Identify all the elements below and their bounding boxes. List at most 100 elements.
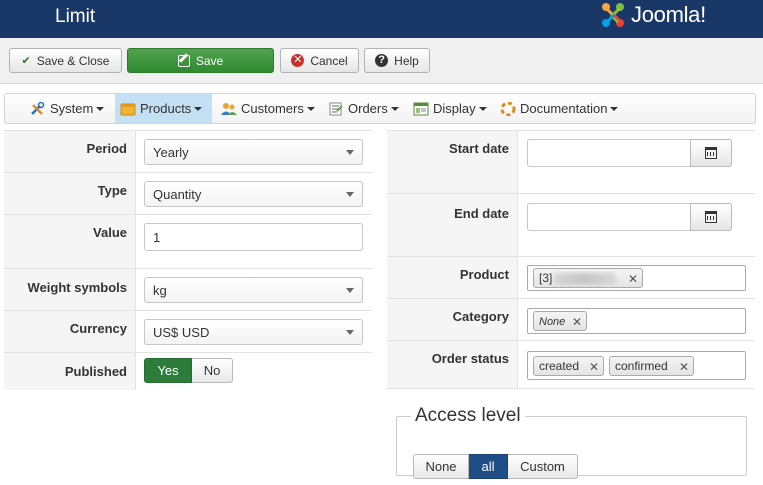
published-yes-button[interactable]: Yes — [144, 358, 192, 383]
published-no-button[interactable]: No — [192, 358, 233, 383]
products-icon — [120, 103, 136, 115]
published-toggle: Yes No — [144, 358, 233, 383]
value-label: Value — [4, 215, 136, 269]
caret-down-icon — [194, 106, 203, 111]
weight-select[interactable]: kg — [144, 277, 363, 303]
edit-icon — [177, 54, 190, 67]
menu-products-label: Products — [140, 101, 192, 116]
access-level-fieldset: Access level None all Custom — [396, 405, 747, 479]
dropdown-arrow-icon — [346, 150, 354, 155]
published-label: Published — [4, 353, 136, 390]
dropdown-arrow-icon — [346, 288, 354, 293]
weight-value: kg — [153, 283, 167, 298]
access-none-button[interactable]: None — [413, 454, 469, 479]
help-label: Help — [394, 53, 419, 68]
access-all-button[interactable]: all — [469, 454, 508, 479]
app-header: Limit Joomla! — [0, 0, 763, 38]
product-tag-prefix: [3] — [539, 271, 553, 285]
question-icon: ? — [375, 54, 389, 67]
menu-system[interactable]: System — [25, 94, 109, 123]
period-row: Period Yearly — [4, 130, 372, 173]
currency-row: Currency US$ USD — [4, 310, 372, 353]
dropdown-arrow-icon — [346, 330, 354, 335]
order-status-tag-confirmed: confirmed ✕ — [609, 356, 694, 376]
order-status-tag-created: created ✕ — [533, 356, 604, 376]
caret-down-icon — [390, 106, 399, 111]
joomla-logo: Joomla! — [598, 1, 706, 29]
end-date-label: End date — [387, 194, 518, 257]
start-date-input[interactable] — [527, 139, 691, 167]
menu-customers-label: Customers — [241, 101, 304, 116]
order-status-tag-label: confirmed — [615, 359, 668, 373]
save-close-button[interactable]: ✔ Save & Close — [9, 48, 122, 73]
value-input[interactable]: 1 — [144, 223, 363, 251]
caret-down-icon — [610, 106, 619, 111]
currency-select[interactable]: US$ USD — [144, 319, 363, 345]
product-label: Product — [387, 257, 518, 299]
period-select[interactable]: Yearly — [144, 139, 363, 165]
cancel-button[interactable]: ✕ Cancel — [280, 48, 359, 73]
caret-down-icon — [306, 106, 315, 111]
save-label: Save — [195, 53, 224, 68]
weight-label: Weight symbols — [4, 269, 136, 311]
type-label: Type — [4, 173, 136, 215]
category-tag: None ✕ — [533, 311, 587, 331]
product-row: Product [3] ✕ — [387, 256, 755, 299]
weight-row: Weight symbols kg — [4, 268, 372, 311]
menu-display-label: Display — [433, 101, 476, 116]
help-lifebuoy-icon — [500, 101, 516, 116]
end-date-input[interactable] — [527, 203, 691, 231]
calendar-icon — [705, 147, 717, 159]
save-button[interactable]: Save — [127, 48, 274, 73]
menu-orders[interactable]: Orders — [323, 94, 404, 123]
category-label: Category — [387, 299, 518, 341]
end-date-row: End date — [387, 193, 755, 257]
menu-products[interactable]: Products — [115, 94, 212, 123]
main-menu-bar: System Products Customers Orders Display… — [4, 93, 756, 124]
access-custom-button[interactable]: Custom — [508, 454, 578, 479]
value-row: Value 1 — [4, 214, 372, 269]
type-row: Type Quantity — [4, 172, 372, 215]
category-row: Category None ✕ — [387, 298, 755, 341]
menu-customers[interactable]: Customers — [216, 94, 320, 123]
product-tag: [3] ✕ — [533, 268, 643, 288]
type-select[interactable]: Quantity — [144, 181, 363, 207]
caret-down-icon — [478, 106, 487, 111]
access-level-legend: Access level — [415, 405, 521, 426]
menu-documentation[interactable]: Documentation — [495, 94, 623, 123]
cancel-label: Cancel — [310, 53, 348, 68]
tools-icon — [31, 101, 45, 115]
cancel-icon: ✕ — [291, 54, 305, 67]
start-date-row: Start date — [387, 130, 755, 194]
menu-system-label: System — [50, 101, 94, 116]
orders-icon — [329, 102, 343, 115]
caret-down-icon — [96, 106, 105, 111]
remove-tag-icon[interactable]: ✕ — [679, 360, 689, 374]
start-date-calendar-button[interactable] — [690, 139, 732, 167]
category-multiselect[interactable]: None ✕ — [527, 308, 746, 334]
save-close-label: Save & Close — [36, 53, 110, 68]
end-date-calendar-button[interactable] — [690, 203, 732, 231]
period-label: Period — [4, 131, 136, 173]
product-multiselect[interactable]: [3] ✕ — [527, 265, 746, 291]
currency-value: US$ USD — [153, 325, 210, 340]
order-status-multiselect[interactable]: created ✕ confirmed ✕ — [527, 351, 746, 380]
customers-icon — [221, 102, 237, 115]
joomla-mark-icon — [602, 3, 624, 27]
type-value: Quantity — [153, 187, 202, 202]
menu-display[interactable]: Display — [408, 94, 492, 123]
period-value: Yearly — [153, 145, 189, 160]
check-icon: ✔ — [21, 55, 31, 67]
remove-tag-icon[interactable]: ✕ — [572, 315, 582, 329]
joomla-logo-text: Joomla! — [631, 2, 706, 27]
dropdown-arrow-icon — [346, 192, 354, 197]
order-status-label: Order status — [387, 341, 518, 388]
remove-tag-icon[interactable]: ✕ — [589, 360, 599, 374]
display-icon — [413, 102, 429, 115]
page-title: Limit — [55, 6, 96, 27]
access-level-toggle: None all Custom — [413, 454, 578, 479]
help-button[interactable]: ? Help — [364, 48, 430, 73]
menu-documentation-label: Documentation — [520, 101, 608, 116]
order-status-tag-label: created — [539, 359, 580, 373]
remove-tag-icon[interactable]: ✕ — [628, 272, 638, 286]
